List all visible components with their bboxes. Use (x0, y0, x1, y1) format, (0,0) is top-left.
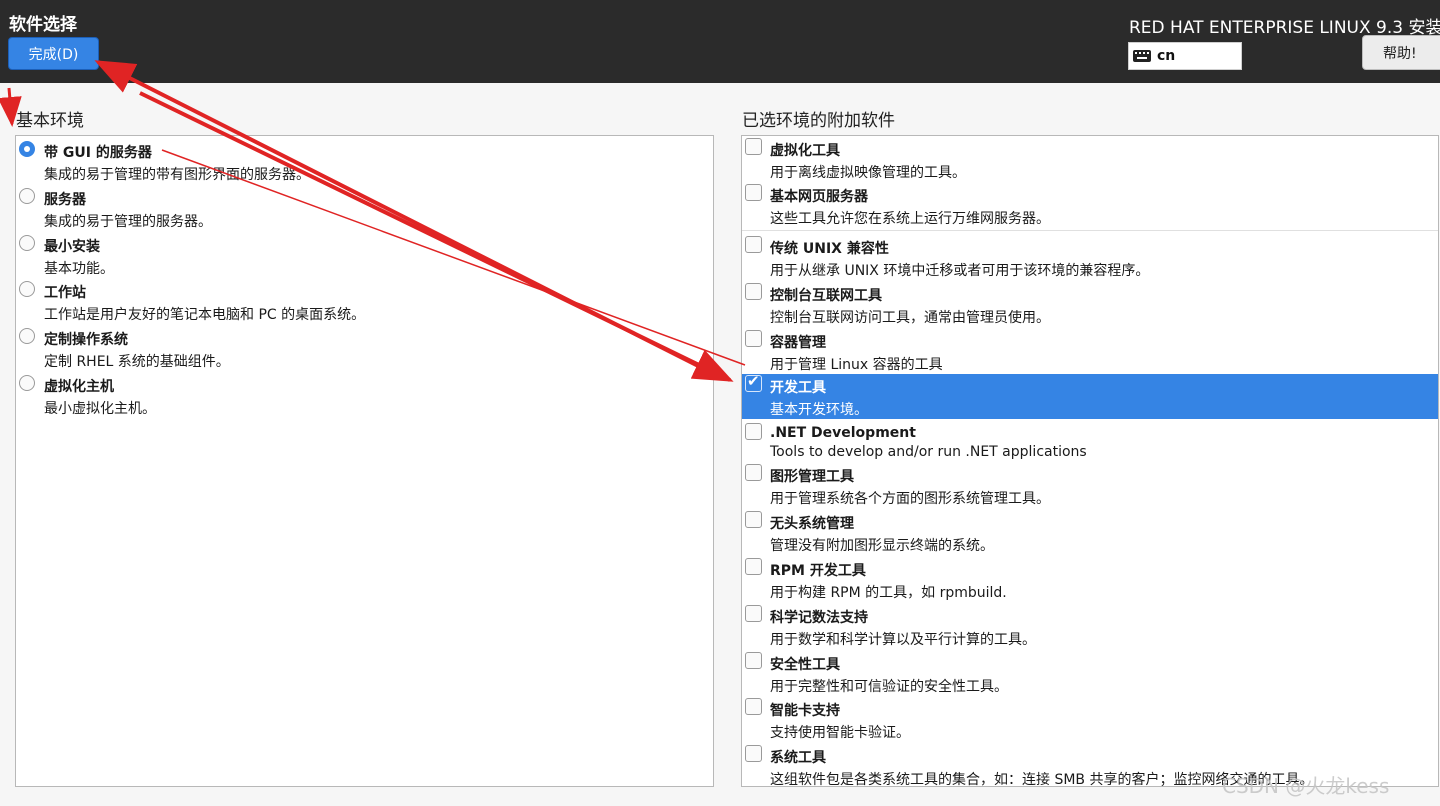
addon-item-desc: 控制台互联网访问工具，通常由管理员使用。 (770, 310, 1050, 326)
addon-item-title: RPM 开发工具 (770, 563, 866, 579)
header-bar: 软件选择 完成(D) RED HAT ENTERPRISE LINUX 9.3 … (0, 0, 1440, 83)
annotation-arrow-to-base-env (0, 87, 22, 127)
addon-item-desc: 用于管理 Linux 容器的工具 (770, 357, 943, 373)
addons-heading: 已选环境的附加软件 (742, 111, 895, 131)
radio-icon[interactable] (19, 328, 35, 344)
env-item-desc: 工作站是用户友好的笔记本电脑和 PC 的桌面系统。 (44, 307, 366, 323)
env-item-desc: 基本功能。 (44, 261, 114, 277)
env-item-title: 最小安装 (44, 239, 100, 255)
addon-item-virtualization-tools[interactable]: 虚拟化工具 用于离线虚拟映像管理的工具。 (742, 137, 1438, 184)
addon-item-desc: 用于完整性和可信验证的安全性工具。 (770, 679, 1008, 695)
addon-item-title: .NET Development (770, 425, 916, 441)
addon-item-security-tools[interactable]: 安全性工具 用于完整性和可信验证的安全性工具。 (742, 651, 1438, 698)
env-item-workstation[interactable]: 工作站 工作站是用户友好的笔记本电脑和 PC 的桌面系统。 (16, 278, 713, 325)
radio-icon[interactable] (19, 188, 35, 204)
addon-item-title: 系统工具 (770, 750, 826, 766)
checkbox-icon[interactable] (745, 511, 762, 528)
checkbox-checked-icon[interactable]: ✔ (745, 372, 762, 392)
env-item-title: 虚拟化主机 (44, 379, 114, 395)
radio-icon[interactable] (19, 281, 35, 297)
radio-selected-icon[interactable] (19, 141, 35, 157)
addon-item-desc: 支持使用智能卡验证。 (770, 725, 910, 741)
help-button[interactable]: 帮助! (1362, 35, 1440, 70)
checkbox-icon[interactable] (745, 138, 762, 155)
addon-item-dotnet[interactable]: .NET Development Tools to develop and/or… (742, 422, 1438, 469)
addon-item-title: 无头系统管理 (770, 516, 854, 532)
addon-item-graphical-admin[interactable]: 图形管理工具 用于管理系统各个方面的图形系统管理工具。 (742, 463, 1438, 510)
checkbox-icon[interactable] (745, 423, 762, 440)
env-item-title: 工作站 (44, 285, 86, 301)
addons-list[interactable]: 虚拟化工具 用于离线虚拟映像管理的工具。 基本网页服务器 这些工具允许您在系统上… (741, 135, 1439, 787)
addon-item-development-tools[interactable]: ✔ 开发工具 基本开发环境。 (742, 372, 1438, 419)
addon-item-desc: 基本开发环境。 (770, 402, 868, 418)
addon-item-title: 传统 UNIX 兼容性 (770, 241, 889, 257)
checkbox-icon[interactable] (745, 236, 762, 253)
checkmark-icon: ✔ (747, 372, 760, 390)
addon-item-title: 容器管理 (770, 335, 826, 351)
addon-item-smart-card[interactable]: 智能卡支持 支持使用智能卡验证。 (742, 697, 1438, 744)
checkbox-icon[interactable] (745, 184, 762, 201)
addon-item-console-internet[interactable]: 控制台互联网工具 控制台互联网访问工具，通常由管理员使用。 (742, 282, 1438, 329)
checkbox-icon[interactable] (745, 283, 762, 300)
base-environment-heading: 基本环境 (16, 111, 84, 131)
base-environment-list: 带 GUI 的服务器 集成的易于管理的带有图形界面的服务器。 服务器 集成的易于… (15, 135, 714, 787)
addon-item-desc: Tools to develop and/or run .NET applica… (770, 444, 1087, 460)
addon-item-title: 智能卡支持 (770, 703, 840, 719)
radio-icon[interactable] (19, 375, 35, 391)
checkbox-icon[interactable] (745, 330, 762, 347)
env-item-title: 带 GUI 的服务器 (44, 145, 152, 161)
checkbox-icon[interactable] (745, 558, 762, 575)
keyboard-layout-label: cn (1157, 48, 1176, 64)
addon-item-desc: 用于数学和科学计算以及平行计算的工具。 (770, 632, 1036, 648)
keyboard-icon (1133, 50, 1151, 62)
addon-item-title: 基本网页服务器 (770, 189, 868, 205)
addon-item-scientific-support[interactable]: 科学记数法支持 用于数学和科学计算以及平行计算的工具。 (742, 604, 1438, 651)
addon-item-legacy-unix[interactable]: 传统 UNIX 兼容性 用于从继承 UNIX 环境中迁移或者可用于该环境的兼容程… (742, 235, 1438, 282)
page-title: 软件选择 (9, 15, 77, 35)
env-item-desc: 定制 RHEL 系统的基础组件。 (44, 354, 230, 370)
checkbox-icon[interactable] (745, 652, 762, 669)
addon-item-desc: 用于管理系统各个方面的图形系统管理工具。 (770, 491, 1050, 507)
radio-icon[interactable] (19, 235, 35, 251)
addon-item-desc: 用于从继承 UNIX 环境中迁移或者可用于该环境的兼容程序。 (770, 263, 1150, 279)
env-item-virtualization-host[interactable]: 虚拟化主机 最小虚拟化主机。 (16, 372, 713, 419)
checkbox-icon[interactable] (745, 745, 762, 762)
keyboard-layout-indicator[interactable]: cn (1128, 42, 1242, 70)
addon-item-title: 科学记数法支持 (770, 610, 868, 626)
env-item-title: 定制操作系统 (44, 332, 128, 348)
env-item-custom-os[interactable]: 定制操作系统 定制 RHEL 系统的基础组件。 (16, 325, 713, 372)
env-item-desc: 集成的易于管理的带有图形界面的服务器。 (44, 167, 310, 183)
addon-item-rpm-development[interactable]: RPM 开发工具 用于构建 RPM 的工具，如 rpmbuild. (742, 557, 1438, 604)
checkbox-icon[interactable] (745, 464, 762, 481)
addon-item-title: 安全性工具 (770, 657, 840, 673)
env-item-server[interactable]: 服务器 集成的易于管理的服务器。 (16, 185, 713, 232)
list-separator (742, 230, 1438, 231)
checkbox-icon[interactable] (745, 698, 762, 715)
addon-item-title: 虚拟化工具 (770, 143, 840, 159)
env-item-desc: 集成的易于管理的服务器。 (44, 214, 212, 230)
addon-item-title: 开发工具 (770, 380, 826, 396)
addon-item-web-server[interactable]: 基本网页服务器 这些工具允许您在系统上运行万维网服务器。 (742, 183, 1438, 230)
done-button[interactable]: 完成(D) (8, 37, 99, 70)
addon-item-container-management[interactable]: 容器管理 用于管理 Linux 容器的工具 (742, 329, 1438, 376)
watermark: CSDN @火龙kess (1222, 774, 1390, 798)
env-item-server-gui[interactable]: 带 GUI 的服务器 集成的易于管理的带有图形界面的服务器。 (16, 138, 713, 185)
addon-item-desc: 管理没有附加图形显示终端的系统。 (770, 538, 994, 554)
addon-item-desc: 用于构建 RPM 的工具，如 rpmbuild. (770, 585, 1007, 601)
env-item-minimal[interactable]: 最小安装 基本功能。 (16, 232, 713, 279)
addon-item-title: 控制台互联网工具 (770, 288, 882, 304)
addon-item-title: 图形管理工具 (770, 469, 854, 485)
checkbox-icon[interactable] (745, 605, 762, 622)
env-item-title: 服务器 (44, 192, 86, 208)
addon-item-desc: 用于离线虚拟映像管理的工具。 (770, 165, 966, 181)
env-item-desc: 最小虚拟化主机。 (44, 401, 156, 417)
addon-item-headless-management[interactable]: 无头系统管理 管理没有附加图形显示终端的系统。 (742, 510, 1438, 557)
addon-item-desc: 这些工具允许您在系统上运行万维网服务器。 (770, 211, 1050, 227)
